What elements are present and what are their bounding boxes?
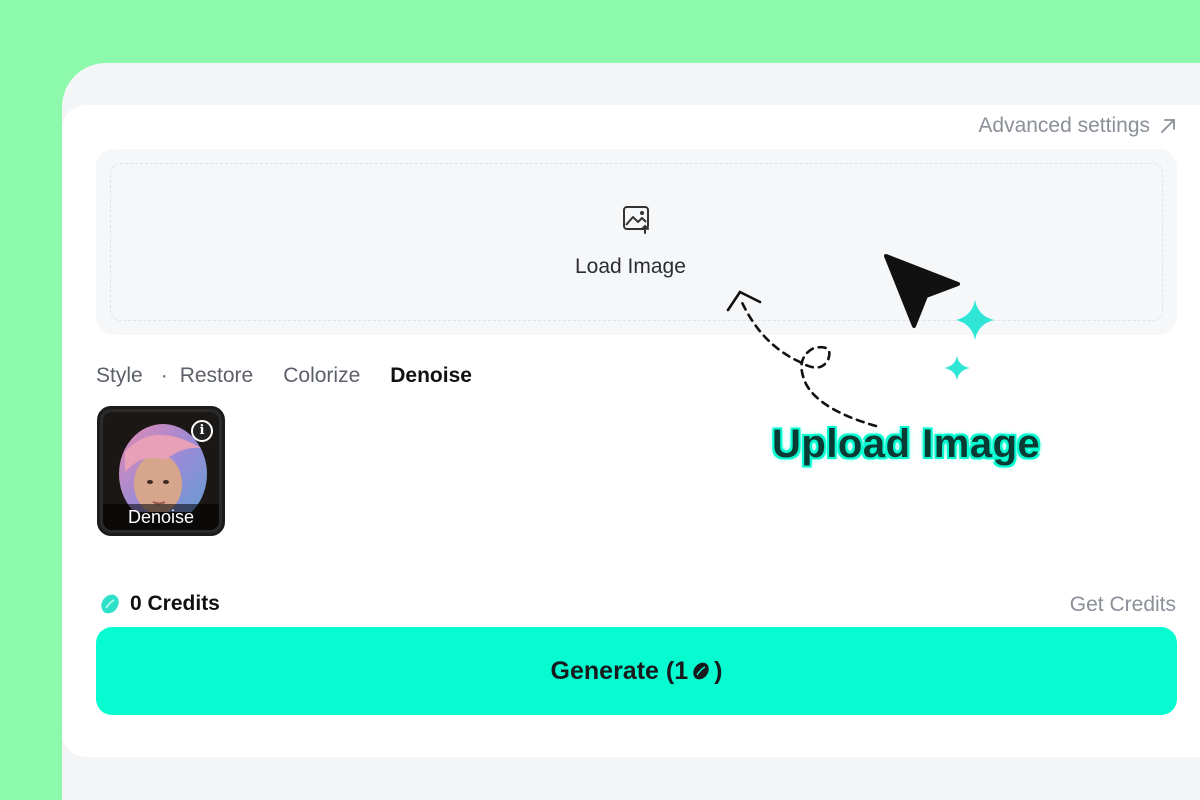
tab-restore[interactable]: Restore <box>180 364 254 388</box>
external-arrow-icon <box>1161 119 1175 133</box>
advanced-settings-link[interactable]: Advanced settings <box>978 114 1178 138</box>
credit-bean-icon <box>101 594 119 614</box>
tab-style[interactable]: Style <box>96 364 143 388</box>
credits-text: 0 Credits <box>130 592 220 615</box>
get-credits-link[interactable]: Get Credits <box>1070 593 1176 617</box>
style-card-thumbnail: i Denoise <box>103 412 219 530</box>
style-card-label: Denoise <box>103 504 219 530</box>
tab-colorize[interactable]: Colorize <box>283 364 360 388</box>
tab-denoise[interactable]: Denoise <box>390 364 472 388</box>
image-dropzone[interactable] <box>96 149 1177 335</box>
info-icon[interactable]: i <box>191 420 213 442</box>
load-image-label: Load Image <box>575 255 686 278</box>
advanced-settings-label: Advanced settings <box>978 114 1150 137</box>
dropzone-border <box>110 163 1163 321</box>
credits-display: 0 Credits <box>98 592 220 616</box>
generate-label-suffix: ) <box>714 656 723 685</box>
upload-image-callout: Upload Image <box>772 422 1041 466</box>
denoise-style-card[interactable]: i Denoise <box>97 406 225 536</box>
tab-separator: · <box>160 364 168 387</box>
generate-button[interactable]: Generate (1 ) <box>96 627 1177 715</box>
credit-bean-icon <box>693 662 709 680</box>
image-upload-icon <box>623 206 649 234</box>
mode-tabs: Style · Restore Colorize Denoise <box>96 364 472 388</box>
generate-label-prefix: Generate (1 <box>550 656 689 685</box>
